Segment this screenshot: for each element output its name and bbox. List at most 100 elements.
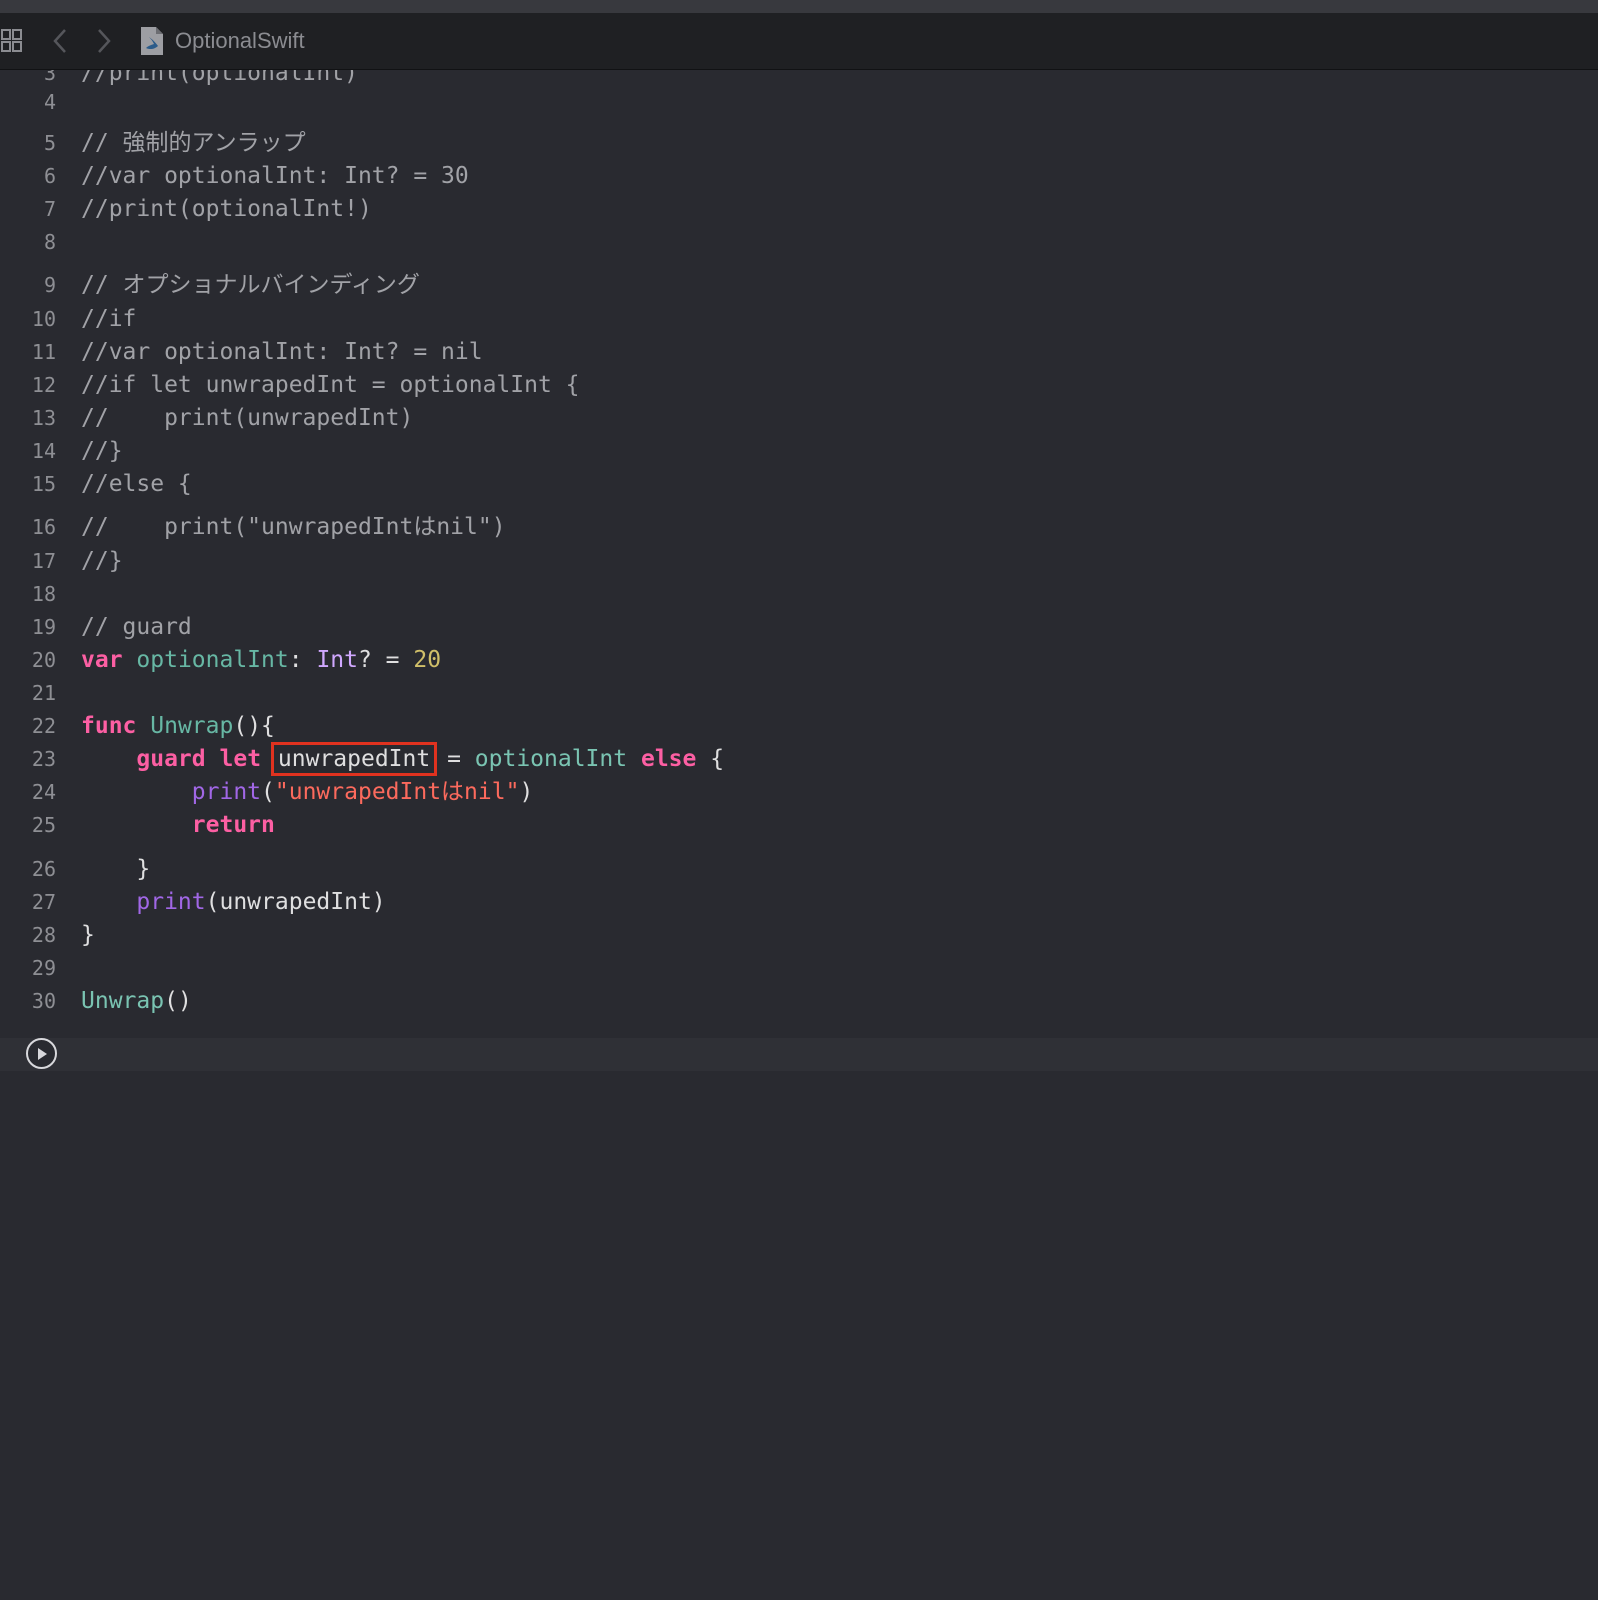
code-line: //if let unwrapedInt = optionalInt { — [81, 368, 580, 402]
code-line-row: 19 // guard — [0, 610, 1598, 644]
code-token: // guard — [81, 614, 192, 640]
swift-file-icon — [138, 13, 166, 69]
code-line: } — [81, 918, 95, 952]
code-token: // 強制的アンラップ — [81, 130, 306, 156]
code-line-row: 24 print("unwrapedIntはnil") — [0, 775, 1598, 809]
current-line-highlight — [0, 1038, 1598, 1071]
line-number: 20 — [31, 648, 56, 672]
code-token: //if — [81, 306, 137, 332]
line-number: 22 — [31, 714, 56, 738]
code-line-row: 5 // 強制的アンラップ — [0, 126, 1598, 160]
line-number: 30 — [31, 989, 56, 1013]
file-name-breadcrumb[interactable]: OptionalSwift — [175, 13, 305, 69]
code-line: //var optionalInt: Int? = 30 — [81, 159, 469, 193]
code-token: print — [191, 779, 262, 805]
code-line-row: 6 //var optionalInt: Int? = 30 — [0, 159, 1598, 193]
code-token: let — [219, 746, 262, 772]
back-chevron-icon[interactable] — [46, 13, 74, 69]
code-line-row: 16 // print("unwrapedIntはnil") — [0, 510, 1598, 544]
line-number: 27 — [31, 890, 56, 914]
code-token: //} — [81, 548, 123, 574]
line-number: 12 — [31, 373, 56, 397]
code-line: // オプショナルバインディング — [81, 268, 420, 302]
code-token: ( — [261, 779, 275, 805]
code-line: var optionalInt: Int? = 20 — [81, 643, 441, 677]
code-token: guard — [136, 746, 206, 772]
code-line-row: 30 Unwrap() — [0, 984, 1598, 1018]
code-token: return — [191, 812, 275, 838]
line-number: 18 — [31, 582, 56, 606]
window-top-strip — [0, 0, 1598, 13]
code-line-row: 28} — [0, 918, 1598, 952]
code-line-row: 14 //} — [0, 434, 1598, 468]
line-number: 13 — [31, 406, 56, 430]
code-line-row: 21 — [0, 676, 1598, 710]
line-number: 8 — [43, 230, 56, 254]
line-number: 17 — [31, 549, 56, 573]
code-token: "unwrapedIntはnil" — [274, 779, 520, 805]
code-line-row: 12 //if let unwrapedInt = optionalInt { — [0, 368, 1598, 402]
code-editor[interactable]: 3 //print(optionalInt) 4 5// 強制的アンラップ 6//v… — [0, 70, 1598, 1600]
code-token: { — [696, 746, 725, 772]
line-number: 16 — [31, 515, 56, 539]
line-number: 5 — [43, 131, 56, 155]
code-line: // guard — [81, 610, 192, 644]
line-number: 14 — [31, 439, 56, 463]
line-number: 25 — [31, 813, 56, 837]
code-token: optionalInt — [474, 746, 628, 772]
grid-icon[interactable] — [0, 13, 24, 69]
code-token: } — [81, 856, 151, 882]
code-token: Unwrap — [150, 713, 234, 739]
code-line: func Unwrap(){ — [81, 709, 275, 743]
code-line-row: 8 — [0, 225, 1598, 259]
code-line: return — [81, 808, 275, 842]
code-line-row: 27 print(unwrapedInt) — [0, 885, 1598, 919]
code-line-row: 15 //else { — [0, 467, 1598, 501]
code-line: //if — [81, 302, 136, 336]
code-line-row: 7 //print(optionalInt!) — [0, 192, 1598, 226]
line-number: 15 — [31, 472, 56, 496]
line-number: 9 — [43, 273, 56, 297]
run-play-button[interactable] — [26, 1038, 57, 1069]
code-line: //} — [81, 544, 123, 578]
line-number: 4 — [43, 90, 56, 114]
code-line-row: 13 // print(unwrapedInt) — [0, 401, 1598, 435]
code-line-row: 29 — [0, 951, 1598, 985]
code-line: //} — [81, 434, 123, 468]
code-token: () — [164, 988, 192, 1014]
line-number: 29 — [31, 956, 56, 980]
highlighted-token: unwrapedInt — [270, 742, 438, 776]
code-token: //print(optionalInt!) — [81, 196, 372, 222]
code-line: // 強制的アンラップ — [81, 126, 306, 160]
code-line-row: 18 — [0, 577, 1598, 611]
editor-jump-bar: OptionalSwift — [0, 13, 1598, 70]
code-token: } — [81, 922, 95, 948]
file-name: OptionalSwift — [175, 28, 305, 53]
code-token: : — [288, 647, 317, 673]
code-line-row: 25 return — [0, 808, 1598, 842]
code-token: // print("unwrapedIntはnil") — [81, 514, 506, 540]
code-line: } — [81, 852, 150, 886]
code-token: //else { — [81, 471, 192, 497]
line-number: 26 — [31, 857, 56, 881]
code-token: = — [433, 746, 475, 772]
line-number: 28 — [31, 923, 56, 947]
line-number: 24 — [31, 780, 56, 804]
code-token: //var optionalInt: Int? = 30 — [81, 163, 469, 189]
forward-chevron-icon[interactable] — [90, 13, 118, 69]
code-line: //var optionalInt: Int? = nil — [81, 335, 483, 369]
line-number: 23 — [31, 747, 56, 771]
code-token: ) — [519, 779, 534, 805]
code-token: (){ — [233, 713, 275, 739]
code-line-row: 9 // オプショナルバインディング — [0, 268, 1598, 302]
code-line-row: 10 //if — [0, 302, 1598, 336]
code-token: Int — [316, 647, 358, 673]
code-token: print — [136, 889, 206, 915]
